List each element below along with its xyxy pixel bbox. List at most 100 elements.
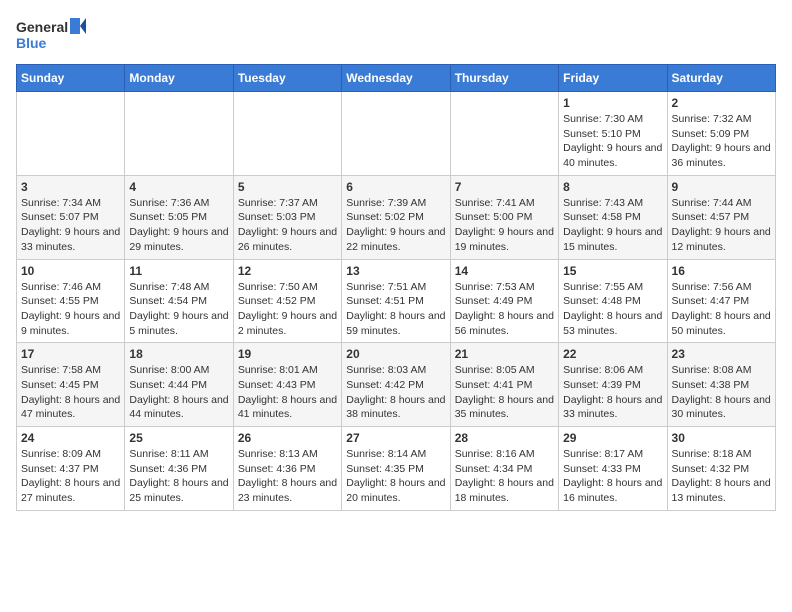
calendar-cell: 21 Sunrise: 8:05 AMSunset: 4:41 PMDayligh… [450, 343, 558, 427]
day-number: 23 [672, 347, 771, 361]
day-info: Sunrise: 8:18 AMSunset: 4:32 PMDaylight:… [672, 447, 771, 506]
calendar-cell: 27 Sunrise: 8:14 AMSunset: 4:35 PMDayligh… [342, 427, 450, 511]
weekday-header-row: SundayMondayTuesdayWednesdayThursdayFrid… [17, 65, 776, 92]
calendar-cell: 9 Sunrise: 7:44 AMSunset: 4:57 PMDaylight… [667, 175, 775, 259]
day-number: 20 [346, 347, 445, 361]
calendar-cell: 14Sunrise: 7:53 AMSunset: 4:49 PMDayligh… [450, 259, 558, 343]
calendar-cell: 20 Sunrise: 8:03 AMSunset: 4:42 PMDayligh… [342, 343, 450, 427]
day-info: Sunrise: 7:55 AMSunset: 4:48 PMDaylight:… [563, 280, 662, 339]
day-number: 29 [563, 431, 662, 445]
calendar-cell: 19 Sunrise: 8:01 AMSunset: 4:43 PMDayligh… [233, 343, 341, 427]
day-number: 17 [21, 347, 120, 361]
calendar-table: SundayMondayTuesdayWednesdayThursdayFrid… [16, 64, 776, 511]
weekday-header-thursday: Thursday [450, 65, 558, 92]
day-number: 12 [238, 264, 337, 278]
day-number: 3 [21, 180, 120, 194]
day-info: Sunrise: 7:48 AMSunset: 4:54 PMDaylight:… [129, 280, 228, 339]
calendar-cell [233, 92, 341, 176]
day-info: Sunrise: 7:53 AMSunset: 4:49 PMDaylight:… [455, 280, 554, 339]
day-info: Sunrise: 8:03 AMSunset: 4:42 PMDaylight:… [346, 363, 445, 422]
weekday-header-saturday: Saturday [667, 65, 775, 92]
calendar-cell: 24 Sunrise: 8:09 AMSunset: 4:37 PMDayligh… [17, 427, 125, 511]
calendar-cell: 12Sunrise: 7:50 AMSunset: 4:52 PMDayligh… [233, 259, 341, 343]
day-info: Sunrise: 8:00 AMSunset: 4:44 PMDaylight:… [129, 363, 228, 422]
day-info: Sunrise: 8:14 AMSunset: 4:35 PMDaylight:… [346, 447, 445, 506]
day-number: 8 [563, 180, 662, 194]
day-number: 1 [563, 96, 662, 110]
day-number: 5 [238, 180, 337, 194]
calendar-cell: 26 Sunrise: 8:13 AMSunset: 4:36 PMDayligh… [233, 427, 341, 511]
day-number: 25 [129, 431, 228, 445]
day-info: Sunrise: 7:46 AMSunset: 4:55 PMDaylight:… [21, 280, 120, 339]
header-area: GeneralBlue [16, 16, 776, 56]
day-number: 13 [346, 264, 445, 278]
logo-svg: GeneralBlue [16, 16, 86, 56]
calendar-cell: 18 Sunrise: 8:00 AMSunset: 4:44 PMDayligh… [125, 343, 233, 427]
day-info: Sunrise: 7:39 AMSunset: 5:02 PMDaylight:… [346, 196, 445, 255]
day-info: Sunrise: 7:37 AMSunset: 5:03 PMDaylight:… [238, 196, 337, 255]
calendar-cell: 11 Sunrise: 7:48 AMSunset: 4:54 PMDayligh… [125, 259, 233, 343]
day-number: 27 [346, 431, 445, 445]
week-row-2: 3 Sunrise: 7:34 AMSunset: 5:07 PMDaylight… [17, 175, 776, 259]
day-number: 16 [672, 264, 771, 278]
week-row-1: 1 Sunrise: 7:30 AMSunset: 5:10 PMDaylight… [17, 92, 776, 176]
calendar-cell: 2Sunrise: 7:32 AMSunset: 5:09 PMDaylight… [667, 92, 775, 176]
calendar-cell: 1 Sunrise: 7:30 AMSunset: 5:10 PMDaylight… [559, 92, 667, 176]
calendar-cell [342, 92, 450, 176]
day-info: Sunrise: 7:58 AMSunset: 4:45 PMDaylight:… [21, 363, 120, 422]
calendar-cell: 6 Sunrise: 7:39 AMSunset: 5:02 PMDaylight… [342, 175, 450, 259]
calendar-cell: 4 Sunrise: 7:36 AMSunset: 5:05 PMDaylight… [125, 175, 233, 259]
day-info: Sunrise: 8:09 AMSunset: 4:37 PMDaylight:… [21, 447, 120, 506]
day-number: 10 [21, 264, 120, 278]
calendar-cell: 5 Sunrise: 7:37 AMSunset: 5:03 PMDaylight… [233, 175, 341, 259]
calendar-cell: 3 Sunrise: 7:34 AMSunset: 5:07 PMDaylight… [17, 175, 125, 259]
day-info: Sunrise: 8:11 AMSunset: 4:36 PMDaylight:… [129, 447, 228, 506]
calendar-cell: 15 Sunrise: 7:55 AMSunset: 4:48 PMDayligh… [559, 259, 667, 343]
svg-text:Blue: Blue [16, 35, 47, 51]
day-info: Sunrise: 7:44 AMSunset: 4:57 PMDaylight:… [672, 196, 771, 255]
day-number: 4 [129, 180, 228, 194]
calendar-cell [17, 92, 125, 176]
day-number: 15 [563, 264, 662, 278]
calendar-cell: 16Sunrise: 7:56 AMSunset: 4:47 PMDayligh… [667, 259, 775, 343]
day-number: 28 [455, 431, 554, 445]
day-number: 6 [346, 180, 445, 194]
day-info: Sunrise: 8:06 AMSunset: 4:39 PMDaylight:… [563, 363, 662, 422]
day-info: Sunrise: 8:08 AMSunset: 4:38 PMDaylight:… [672, 363, 771, 422]
day-info: Sunrise: 7:51 AMSunset: 4:51 PMDaylight:… [346, 280, 445, 339]
week-row-4: 17 Sunrise: 7:58 AMSunset: 4:45 PMDayligh… [17, 343, 776, 427]
logo: GeneralBlue [16, 16, 86, 56]
day-number: 24 [21, 431, 120, 445]
day-number: 9 [672, 180, 771, 194]
calendar-cell: 13 Sunrise: 7:51 AMSunset: 4:51 PMDayligh… [342, 259, 450, 343]
day-info: Sunrise: 7:32 AMSunset: 5:09 PMDaylight:… [672, 112, 771, 171]
day-number: 22 [563, 347, 662, 361]
svg-text:General: General [16, 19, 68, 35]
day-info: Sunrise: 7:36 AMSunset: 5:05 PMDaylight:… [129, 196, 228, 255]
day-info: Sunrise: 8:05 AMSunset: 4:41 PMDaylight:… [455, 363, 554, 422]
day-info: Sunrise: 8:13 AMSunset: 4:36 PMDaylight:… [238, 447, 337, 506]
weekday-header-sunday: Sunday [17, 65, 125, 92]
day-number: 19 [238, 347, 337, 361]
calendar-cell [125, 92, 233, 176]
day-number: 11 [129, 264, 228, 278]
calendar-cell: 17 Sunrise: 7:58 AMSunset: 4:45 PMDayligh… [17, 343, 125, 427]
calendar-cell: 25 Sunrise: 8:11 AMSunset: 4:36 PMDayligh… [125, 427, 233, 511]
calendar-cell: 10 Sunrise: 7:46 AMSunset: 4:55 PMDayligh… [17, 259, 125, 343]
day-info: Sunrise: 7:30 AMSunset: 5:10 PMDaylight:… [563, 112, 662, 171]
calendar-cell: 7 Sunrise: 7:41 AMSunset: 5:00 PMDaylight… [450, 175, 558, 259]
calendar-cell: 23 Sunrise: 8:08 AMSunset: 4:38 PMDayligh… [667, 343, 775, 427]
day-info: Sunrise: 7:41 AMSunset: 5:00 PMDaylight:… [455, 196, 554, 255]
calendar-cell: 22 Sunrise: 8:06 AMSunset: 4:39 PMDayligh… [559, 343, 667, 427]
weekday-header-wednesday: Wednesday [342, 65, 450, 92]
day-number: 21 [455, 347, 554, 361]
day-number: 30 [672, 431, 771, 445]
calendar-cell: 30 Sunrise: 8:18 AMSunset: 4:32 PMDayligh… [667, 427, 775, 511]
calendar-cell: 8Sunrise: 7:43 AMSunset: 4:58 PMDaylight… [559, 175, 667, 259]
day-number: 7 [455, 180, 554, 194]
day-info: Sunrise: 7:34 AMSunset: 5:07 PMDaylight:… [21, 196, 120, 255]
day-number: 18 [129, 347, 228, 361]
calendar-cell [450, 92, 558, 176]
day-number: 26 [238, 431, 337, 445]
day-info: Sunrise: 8:01 AMSunset: 4:43 PMDaylight:… [238, 363, 337, 422]
